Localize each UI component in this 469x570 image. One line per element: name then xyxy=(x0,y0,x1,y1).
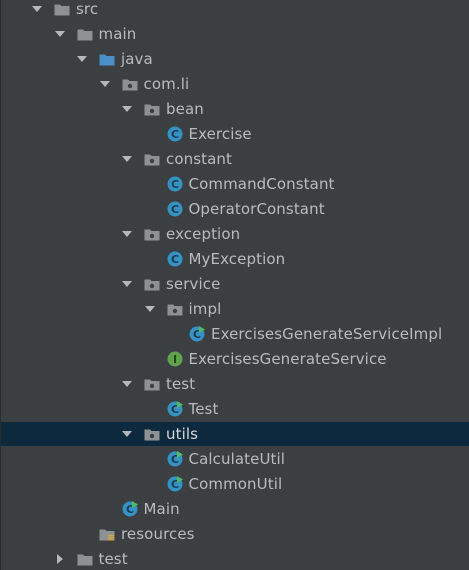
class-icon: C xyxy=(167,251,183,267)
tree-node-operatorconstant[interactable]: C OperatorConstant xyxy=(1,197,469,221)
tree-node-label: constant xyxy=(166,150,233,168)
tree-node-label: OperatorConstant xyxy=(188,200,325,218)
tree-node-impl[interactable]: impl xyxy=(1,297,469,321)
tree-node-exception[interactable]: exception xyxy=(1,222,469,246)
tree-node-label: CommonUtil xyxy=(188,475,283,493)
expand-arrow-icon[interactable] xyxy=(75,52,89,66)
tree-node-label: exception xyxy=(166,225,241,243)
expand-arrow-icon[interactable] xyxy=(98,77,112,91)
tree-node-test[interactable]: C Test xyxy=(1,397,469,421)
tree-node-label: com.li xyxy=(143,75,190,93)
tree-node-service[interactable]: service xyxy=(1,272,469,296)
svg-text:C: C xyxy=(170,203,178,216)
interface-icon: I xyxy=(167,351,183,367)
tree-node-label: service xyxy=(166,275,221,293)
tree-node-exercisesgenerateserviceimpl[interactable]: C ExercisesGenerateServiceImpl xyxy=(1,322,469,346)
tree-node-resources[interactable]: resources xyxy=(1,522,469,546)
package-icon xyxy=(122,76,138,92)
tree-node-label: test xyxy=(166,375,196,393)
runnable-class-icon: C xyxy=(167,401,183,417)
expand-arrow-icon[interactable] xyxy=(120,377,134,391)
svg-text:I: I xyxy=(172,353,176,366)
expand-arrow-icon[interactable] xyxy=(120,102,134,116)
tree-node-label: MyException xyxy=(188,250,286,268)
tree-node-label: ExercisesGenerateService xyxy=(188,350,387,368)
package-icon xyxy=(167,301,183,317)
svg-text:C: C xyxy=(170,128,178,141)
tree-node-label: src xyxy=(76,0,99,18)
tree-node-exercisesgenerateservice[interactable]: I ExercisesGenerateService xyxy=(1,347,469,371)
package-icon xyxy=(144,151,160,167)
svg-text:C: C xyxy=(170,178,178,191)
expand-arrow-icon[interactable] xyxy=(143,302,157,316)
resources-folder-icon xyxy=(99,526,115,542)
tree-node-label: impl xyxy=(188,300,222,318)
tree-node-test[interactable]: test xyxy=(1,547,469,570)
tree-node-main[interactable]: C Main xyxy=(1,497,469,521)
tree-node-label: bean xyxy=(166,100,204,118)
tree-node-commonutil[interactable]: C CommonUtil xyxy=(1,472,469,496)
class-icon: C xyxy=(167,201,183,217)
tree-node-label: Exercise xyxy=(188,125,252,143)
tree-node-exercise[interactable]: C Exercise xyxy=(1,122,469,146)
expand-arrow-icon[interactable] xyxy=(53,27,67,41)
tree-node-label: utils xyxy=(166,425,199,443)
tree-node-calculateutil[interactable]: C CalculateUtil xyxy=(1,447,469,471)
runnable-class-icon: C xyxy=(167,476,183,492)
expand-arrow-icon[interactable] xyxy=(120,277,134,291)
expand-arrow-icon[interactable] xyxy=(120,427,134,441)
expand-arrow-icon[interactable] xyxy=(30,2,44,16)
svg-text:C: C xyxy=(170,253,178,266)
tree-node-src[interactable]: src xyxy=(1,0,469,21)
tree-node-commandconstant[interactable]: C CommandConstant xyxy=(1,172,469,196)
tree-node-test[interactable]: test xyxy=(1,372,469,396)
project-tree: src main java com.li bean C Exercise constant C C… xyxy=(0,0,469,570)
tree-node-label: test xyxy=(98,550,128,568)
tree-node-bean[interactable]: bean xyxy=(1,97,469,121)
runnable-class-icon: C xyxy=(122,501,138,517)
class-icon: C xyxy=(167,126,183,142)
collapse-arrow-icon[interactable] xyxy=(53,552,67,566)
tree-node-utils[interactable]: utils xyxy=(1,422,469,446)
tree-node-constant[interactable]: constant xyxy=(1,147,469,171)
tree-node-main[interactable]: main xyxy=(1,22,469,46)
tree-node-label: java xyxy=(121,50,153,68)
tree-node-label: main xyxy=(98,25,137,43)
package-icon xyxy=(144,426,160,442)
folder-icon xyxy=(77,551,93,567)
folder-icon xyxy=(77,26,93,42)
tree-node-java[interactable]: java xyxy=(1,47,469,71)
tree-node-myexception[interactable]: C MyException xyxy=(1,247,469,271)
tree-node-label: Main xyxy=(143,500,180,518)
expand-arrow-icon[interactable] xyxy=(120,227,134,241)
runnable-class-icon: C xyxy=(167,451,183,467)
tree-node-label: Test xyxy=(188,400,219,418)
tree-node-label: ExercisesGenerateServiceImpl xyxy=(211,325,443,343)
folder-icon xyxy=(54,1,70,17)
source-folder-icon xyxy=(99,51,115,67)
expand-arrow-icon[interactable] xyxy=(120,152,134,166)
tree-node-com.li[interactable]: com.li xyxy=(1,72,469,96)
package-icon xyxy=(144,276,160,292)
package-icon xyxy=(144,226,160,242)
package-icon xyxy=(144,101,160,117)
tree-node-label: CommandConstant xyxy=(188,175,335,193)
tree-node-label: CalculateUtil xyxy=(188,450,286,468)
runnable-class-icon: C xyxy=(189,326,205,342)
package-icon xyxy=(144,376,160,392)
tree-node-label: resources xyxy=(121,525,195,543)
class-icon: C xyxy=(167,176,183,192)
